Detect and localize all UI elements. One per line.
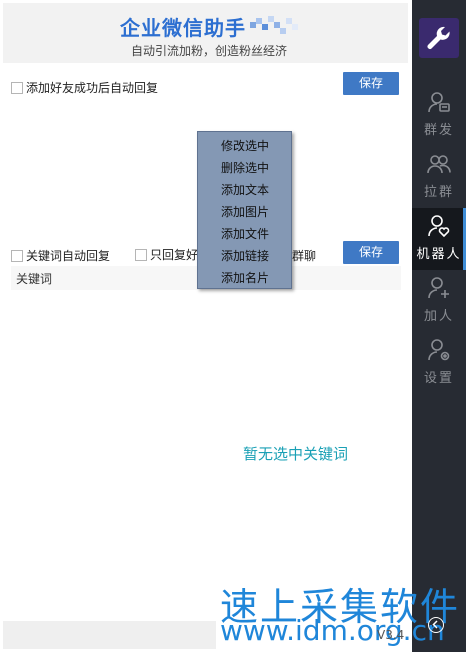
keyword-auto-reply-checkbox[interactable] xyxy=(11,249,23,262)
group-chat-label: 群聊 xyxy=(292,249,317,263)
menu-item-delete-selected[interactable]: 删除选中 xyxy=(221,159,269,176)
keyword-auto-reply-label: 关键词自动回复 xyxy=(26,249,111,263)
keyword-column-header: 关键词 xyxy=(16,272,53,286)
sidebar-item-settings[interactable]: 设置 xyxy=(412,332,466,394)
app-title: 企业微信助手 xyxy=(120,16,246,40)
app-subtitle: 自动引流加粉，创造粉丝经济 xyxy=(131,44,288,58)
menu-item-edit-selected[interactable]: 修改选中 xyxy=(221,137,269,154)
menu-item-add-image[interactable]: 添加图片 xyxy=(221,203,269,220)
save-keyword-reply-button[interactable]: 保存 xyxy=(343,241,399,264)
sidebar-item-broadcast[interactable]: 群发 xyxy=(412,84,466,146)
app-logo xyxy=(419,18,459,58)
sidebar-item-add-person[interactable]: 加人 xyxy=(412,270,466,332)
only-reply-friends-checkbox[interactable] xyxy=(135,248,147,261)
user-settings-icon xyxy=(428,339,450,361)
collapse-chevron-icon[interactable] xyxy=(428,617,444,633)
group-icon xyxy=(427,155,451,174)
menu-item-add-text[interactable]: 添加文本 xyxy=(221,181,269,198)
save-friend-reply-button[interactable]: 保存 xyxy=(343,72,399,95)
mosaic-decoration-icon xyxy=(250,16,298,34)
sidebar-item-label: 拉群 xyxy=(423,185,454,200)
menu-item-add-card[interactable]: 添加名片 xyxy=(221,269,269,286)
friend-auto-reply-toggle[interactable]: 添加好友成功后自动回复 xyxy=(11,79,158,96)
only-reply-friends-label: 只回复好 xyxy=(150,248,199,262)
sidebar-item-label: 加人 xyxy=(423,309,454,324)
add-user-icon xyxy=(428,277,449,299)
sidebar-item-pull-group[interactable]: 拉群 xyxy=(412,146,466,208)
status-bar xyxy=(3,621,216,649)
version-label: V3.4 xyxy=(377,628,405,642)
only-reply-friends-toggle[interactable]: 只回复好 xyxy=(135,246,198,263)
menu-item-add-link[interactable]: 添加链接 xyxy=(221,247,269,264)
watermark-url: www.idm.org.cn xyxy=(220,614,445,647)
friend-auto-reply-label: 添加好友成功后自动回复 xyxy=(26,81,159,95)
sidebar-item-label: 设置 xyxy=(423,371,454,386)
friend-auto-reply-checkbox[interactable] xyxy=(11,81,23,94)
context-menu: 修改选中 删除选中 添加文本 添加图片 添加文件 添加链接 添加名片 xyxy=(197,131,292,289)
empty-keyword-message: 暂无选中关键词 xyxy=(243,445,349,463)
sidebar-item-label: 群发 xyxy=(423,123,454,138)
menu-item-add-file[interactable]: 添加文件 xyxy=(221,225,269,242)
sidebar-item-label: 机器人 xyxy=(416,247,462,262)
keyword-auto-reply-toggle[interactable]: 关键词自动回复 xyxy=(11,247,110,264)
broadcast-user-icon xyxy=(428,92,450,113)
sidebar-item-robot[interactable]: 机器人 xyxy=(412,208,466,270)
robot-heart-user-icon xyxy=(428,215,450,238)
wrench-icon xyxy=(427,26,450,49)
